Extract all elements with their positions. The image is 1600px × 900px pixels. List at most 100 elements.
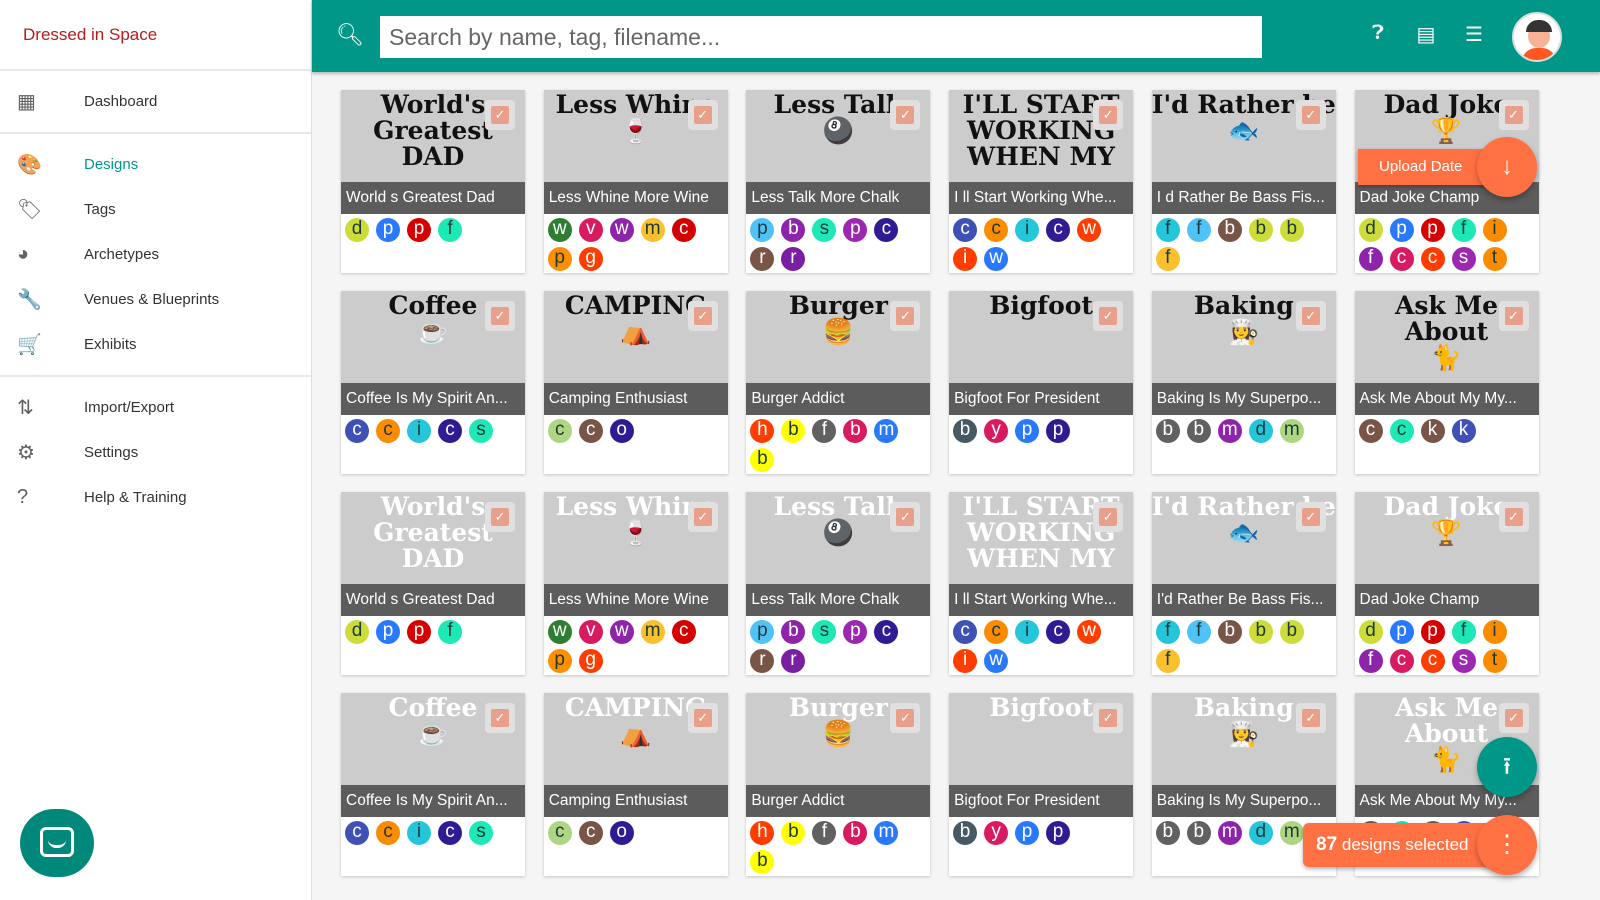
tag-chip[interactable]: c <box>1046 620 1071 644</box>
design-thumbnail[interactable]: Baking 👩‍🍳 ✓ Baking Is My Superpo... <box>1151 693 1336 817</box>
sort-direction-button[interactable]: ↓ <box>1477 137 1537 197</box>
tag-chip[interactable]: p <box>376 620 400 644</box>
design-thumbnail[interactable]: I'd Rather be 🐟 ✓ I d Rather Be Bass Fis… <box>1151 90 1336 214</box>
design-thumbnail[interactable]: Coffee ☕ ✓ Coffee Is My Spirit An... <box>341 291 525 415</box>
tag-chip[interactable]: i <box>1015 620 1040 644</box>
tag-chip[interactable]: o <box>609 419 634 443</box>
tag-chip[interactable]: g <box>578 649 603 673</box>
tag-chip[interactable]: h <box>750 419 775 443</box>
upload-button[interactable]: ⭱ <box>1477 737 1537 797</box>
select-checkbox[interactable]: ✓ <box>485 301 515 331</box>
design-card[interactable]: Less Whine 🍷 ✓ Less Whine More Wine wvwm… <box>543 90 728 273</box>
selection-count-bar[interactable]: 87 designs selected <box>1303 823 1493 867</box>
tag-chip[interactable]: k <box>1451 419 1476 443</box>
tag-chip[interactable]: d <box>345 218 369 242</box>
tag-chip[interactable]: t <box>1482 649 1507 673</box>
sidebar-item-venues-blueprints[interactable]: 🔧 Venues & Blueprints <box>0 277 311 322</box>
design-card[interactable]: Bigfoot ✓ Bigfoot For President bypp <box>949 693 1134 876</box>
tag-chip[interactable]: w <box>547 218 572 242</box>
tag-chip[interactable]: f <box>1155 620 1180 644</box>
design-thumbnail[interactable]: I'LL START WORKING WHEN MY ✓ I ll Start … <box>949 492 1134 616</box>
tag-chip[interactable]: v <box>578 218 603 242</box>
user-avatar[interactable] <box>1512 12 1562 62</box>
design-thumbnail[interactable]: I'd Rather be 🐟 ✓ I'd Rather Be Bass Fis… <box>1151 492 1336 616</box>
tag-chip[interactable]: p <box>1046 419 1071 443</box>
select-checkbox[interactable]: ✓ <box>485 502 515 532</box>
list-view-icon[interactable]: ☰ <box>1460 22 1488 47</box>
design-thumbnail[interactable]: Less Whine 🍷 ✓ Less Whine More Wine <box>543 90 728 214</box>
tag-chip[interactable]: k <box>1420 419 1445 443</box>
design-card[interactable]: Less Talk 🎱 ✓ Less Talk More Chalk pbspc… <box>746 492 931 675</box>
tag-chip[interactable]: d <box>1248 821 1273 845</box>
tag-chip[interactable]: c <box>953 620 978 644</box>
tag-chip[interactable]: i <box>953 247 978 271</box>
design-card[interactable]: Coffee ☕ ✓ Coffee Is My Spirit An... cci… <box>341 291 525 474</box>
tag-chip[interactable]: i <box>953 649 978 673</box>
tag-chip[interactable]: f <box>438 620 462 644</box>
tag-chip[interactable]: f <box>438 218 462 242</box>
tag-chip[interactable]: b <box>1217 620 1242 644</box>
design-thumbnail[interactable]: World's Greatest DAD ✓ World s Greatest … <box>341 492 525 616</box>
tag-chip[interactable]: p <box>547 247 572 271</box>
tag-chip[interactable]: c <box>376 821 400 845</box>
tag-chip[interactable]: b <box>1155 821 1180 845</box>
select-checkbox[interactable]: ✓ <box>1498 301 1529 331</box>
tag-chip[interactable]: p <box>1389 218 1414 242</box>
tag-chip[interactable]: c <box>1389 649 1414 673</box>
design-card[interactable]: World's Greatest DAD ✓ World s Greatest … <box>341 90 525 273</box>
select-checkbox[interactable]: ✓ <box>687 100 718 130</box>
tag-chip[interactable]: c <box>345 419 369 443</box>
sidebar-item-designs[interactable]: 🎨 Designs <box>0 142 311 187</box>
tag-chip[interactable]: f <box>1155 649 1180 673</box>
tag-chip[interactable]: p <box>1015 821 1040 845</box>
design-thumbnail[interactable]: Less Whine 🍷 ✓ Less Whine More Wine <box>543 492 728 616</box>
tag-chip[interactable]: i <box>1482 218 1507 242</box>
tag-chip[interactable]: b <box>953 821 978 845</box>
tag-chip[interactable]: m <box>1279 821 1304 845</box>
tag-chip[interactable]: g <box>578 247 603 271</box>
design-thumbnail[interactable]: I'LL START WORKING WHEN MY ✓ I ll Start … <box>949 90 1134 214</box>
sidebar-item-dashboard[interactable]: ▦ Dashboard <box>0 79 311 124</box>
select-checkbox[interactable]: ✓ <box>890 703 921 733</box>
tag-chip[interactable]: p <box>547 649 572 673</box>
tag-chip[interactable]: p <box>750 620 775 644</box>
tag-chip[interactable]: m <box>874 419 899 443</box>
tag-chip[interactable]: c <box>547 821 572 845</box>
tag-chip[interactable]: b <box>1279 620 1304 644</box>
select-checkbox[interactable]: ✓ <box>1093 502 1124 532</box>
tag-chip[interactable]: y <box>984 419 1009 443</box>
tag-chip[interactable]: c <box>438 419 462 443</box>
design-card[interactable]: CAMPING ⛺ ✓ Camping Enthusiast cco <box>543 291 728 474</box>
design-thumbnail[interactable]: Bigfoot ✓ Bigfoot For President <box>949 693 1134 817</box>
select-checkbox[interactable]: ✓ <box>1295 301 1326 331</box>
tag-chip[interactable]: i <box>407 419 431 443</box>
tag-chip[interactable]: s <box>812 620 837 644</box>
tag-chip[interactable]: c <box>578 419 603 443</box>
tag-chip[interactable]: m <box>1279 419 1304 443</box>
tag-chip[interactable]: b <box>750 448 775 472</box>
tag-chip[interactable]: c <box>1046 218 1071 242</box>
design-thumbnail[interactable]: World's Greatest DAD ✓ World s Greatest … <box>341 90 525 214</box>
tag-chip[interactable]: p <box>1015 419 1040 443</box>
design-card[interactable]: I'd Rather be 🐟 ✓ I d Rather Be Bass Fis… <box>1151 90 1336 273</box>
design-card[interactable]: World's Greatest DAD ✓ World s Greatest … <box>341 492 525 675</box>
select-checkbox[interactable]: ✓ <box>485 703 515 733</box>
tag-chip[interactable]: i <box>407 821 431 845</box>
tag-chip[interactable]: m <box>1217 821 1242 845</box>
tag-chip[interactable]: s <box>812 218 837 242</box>
tag-chip[interactable]: m <box>640 218 665 242</box>
select-checkbox[interactable]: ✓ <box>1498 502 1529 532</box>
tag-chip[interactable]: s <box>469 821 493 845</box>
design-card[interactable]: Less Whine 🍷 ✓ Less Whine More Wine wvwm… <box>543 492 728 675</box>
tag-chip[interactable]: p <box>750 218 775 242</box>
tag-chip[interactable]: d <box>1358 218 1383 242</box>
design-card[interactable]: I'LL START WORKING WHEN MY ✓ I ll Start … <box>949 492 1134 675</box>
search-icon[interactable]: 🔍︎ <box>336 22 364 48</box>
tag-chip[interactable]: f <box>812 419 837 443</box>
tag-chip[interactable]: c <box>874 620 899 644</box>
tag-chip[interactable]: c <box>1358 419 1383 443</box>
tag-chip[interactable]: w <box>609 218 634 242</box>
sidebar-item-help-training[interactable]: ? Help & Training <box>0 475 311 520</box>
tag-chip[interactable]: r <box>781 649 806 673</box>
tag-chip[interactable]: w <box>984 649 1009 673</box>
